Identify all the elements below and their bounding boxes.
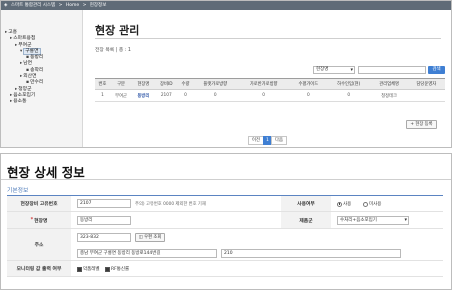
product-group-label: 제품군 <box>281 212 331 228</box>
site-name-link[interactable]: 동방리 <box>132 89 155 102</box>
page-title: 현장 관리 <box>95 24 140 37</box>
search-button[interactable]: 검색 <box>428 66 445 74</box>
tree-item-label: 음소포입기 <box>13 92 36 98</box>
form-row-id: 현장장비 고유번호 2107 주의) 고유번호 0000 제외한 번호 기재 사… <box>7 196 443 212</box>
pagination: 이전 1 다음 <box>248 136 287 145</box>
tree-item-label: 고흥 <box>8 30 18 35</box>
site-tree-sidebar: ▸고흥 ▸스마트용접 ▸부여군 ▾ 구룡면 ▪동방리 ▸남면 ▪송학리 ▸외산면 … <box>1 10 83 147</box>
breadcrumb-home[interactable]: Home <box>66 3 79 8</box>
next-page-button[interactable]: 다음 <box>271 136 287 145</box>
column-header[interactable]: 담당운영자 <box>407 78 445 90</box>
site-list-content: 현장 관리 전장 목록 | 총 : 1 현장명 검색 번호 구분 현장명 장비I… <box>85 10 451 147</box>
radio-icon <box>363 201 368 207</box>
checkbox-checked-icon <box>77 266 82 272</box>
table-cell: 0 <box>326 89 371 102</box>
section-title: 기본정보 <box>7 188 29 194</box>
address-line1-input[interactable]: 충남 부여군 구룡면 동방리 동방로144번길 <box>77 249 217 258</box>
column-header[interactable]: 플랫가로방향 <box>192 78 238 90</box>
tree-item-label: 남면 <box>23 61 33 67</box>
tree-item-label: 부여군 <box>18 42 32 48</box>
use-radio-off[interactable]: 미사용 <box>363 201 381 207</box>
tree-item-label: 용소통 <box>13 99 27 105</box>
tree-item-label: 외산면 <box>23 74 37 80</box>
use-radio-on[interactable]: 사용 <box>337 201 351 207</box>
table-cell: 부여군 <box>109 89 133 102</box>
use-on-label: 사용 <box>343 202 352 207</box>
column-header[interactable]: 관리업체명 <box>370 78 408 90</box>
breadcrumb-separator: > <box>82 3 87 8</box>
prev-page-button[interactable]: 이전 <box>248 136 264 145</box>
site-detail-panel: 현장 상세 정보 기본정보 현장장비 고유번호 2107 주의) 고유번호 00… <box>0 153 452 290</box>
tree-item-label: 동방리 <box>30 55 44 61</box>
tree-item-label: 만수리 <box>30 80 44 86</box>
column-header[interactable]: 구분 <box>109 78 133 90</box>
device-id-input[interactable]: 2107 <box>77 199 131 208</box>
table-cell <box>407 89 445 102</box>
form-row-monitoring: 모니터링 값 출력 여부 악품레벨 RF통신률 <box>7 261 443 277</box>
column-header[interactable]: 현장명 <box>132 78 155 90</box>
radio-selected-icon <box>337 201 342 207</box>
tree-item-label: 구룡면 <box>23 47 41 55</box>
folder-icon: ▸ <box>10 99 13 105</box>
column-header[interactable]: 수량 <box>178 78 193 90</box>
title-divider <box>95 38 441 39</box>
required-mark-icon: * <box>30 217 34 223</box>
tree-item[interactable]: ▸용소통 <box>1 99 82 105</box>
table-cell: 0 <box>178 89 193 102</box>
table-cell: 2107 <box>154 89 179 102</box>
total-count: 전장 목록 | 총 : 1 <box>95 48 131 53</box>
form-row-name: * 현장명 동방리 제품군 수처리+음소포입기 <box>7 212 443 229</box>
column-header[interactable]: 수평가이드 <box>289 78 327 90</box>
site-management-panel: ◈ 스마트 통합관리 시스템 > Home > 현장정보 ▸고흥 ▸스마트용접 … <box>0 0 452 148</box>
use-off-label: 미사용 <box>369 202 382 207</box>
checkbox-checked-icon <box>105 266 110 272</box>
column-header[interactable]: 가로반가로방향 <box>237 78 290 90</box>
title-divider <box>1 179 451 180</box>
table-row[interactable]: 1 부여군 동방리 2107 0 0 0 0 0 청정테크 <box>95 89 445 102</box>
tree-item-label: 송학리 <box>30 67 44 73</box>
use-status-label: 사용여부 <box>281 196 331 211</box>
add-site-button[interactable]: + 현장 등록 <box>406 120 437 129</box>
address-label: 주소 <box>7 229 71 260</box>
table-cell: 0 <box>289 89 327 102</box>
breadcrumb-separator: > <box>58 3 63 8</box>
table-cell: 0 <box>192 89 238 102</box>
table-cell: 0 <box>237 89 290 102</box>
site-name-input[interactable]: 동방리 <box>77 216 131 225</box>
device-id-note: 주의) 고유번호 0000 제외한 번호 기재 <box>135 202 206 207</box>
monitor-chemical-level-checkbox[interactable]: 악품레벨 <box>77 266 100 272</box>
breadcrumb-icon: ◈ <box>4 3 8 8</box>
breadcrumb-current: 현장정보 <box>89 3 107 8</box>
breadcrumb: ◈ 스마트 통합관리 시스템 > Home > 현장정보 <box>1 1 451 10</box>
search-input[interactable] <box>358 66 426 74</box>
breadcrumb-system[interactable]: 스마트 통합관리 시스템 <box>11 3 55 8</box>
table-cell: 1 <box>95 89 110 102</box>
column-header[interactable]: 번호 <box>95 78 110 90</box>
table-cell: 청정테크 <box>370 89 408 102</box>
site-name-label: * 현장명 <box>7 212 71 228</box>
product-group-select[interactable]: 수처리+음소포입기 <box>337 216 409 225</box>
search-field-select[interactable]: 현장명 <box>313 66 355 74</box>
tree-item-label: 청양군 <box>18 86 32 92</box>
address-line2-input[interactable]: 210 <box>221 249 401 258</box>
zip-search-button[interactable]: ◫ 우편 조회 <box>135 233 165 242</box>
site-table: 번호 구분 현장명 장비ID 수량 플랫가로방향 가로반가로방향 수평가이드 하… <box>95 78 445 102</box>
tree-item-label: 스마트용접 <box>13 36 36 42</box>
device-id-label: 현장장비 고유번호 <box>7 196 71 211</box>
table-header-row: 번호 구분 현장명 장비ID 수량 플랫가로방향 가로반가로방향 수평가이드 하… <box>95 78 445 90</box>
monitor-rf-rate-checkbox[interactable]: RF통신률 <box>105 266 129 272</box>
monitoring-label: 모니터링 값 출력 여부 <box>7 261 71 276</box>
column-header[interactable]: 하수인입(현) <box>326 78 371 90</box>
form-row-address: 주소 323-832 ◫ 우편 조회 충남 부여군 구룡면 동방리 동방로144… <box>7 229 443 261</box>
column-header[interactable]: 장비ID <box>154 78 179 90</box>
zip-code-input[interactable]: 323-832 <box>77 233 131 242</box>
